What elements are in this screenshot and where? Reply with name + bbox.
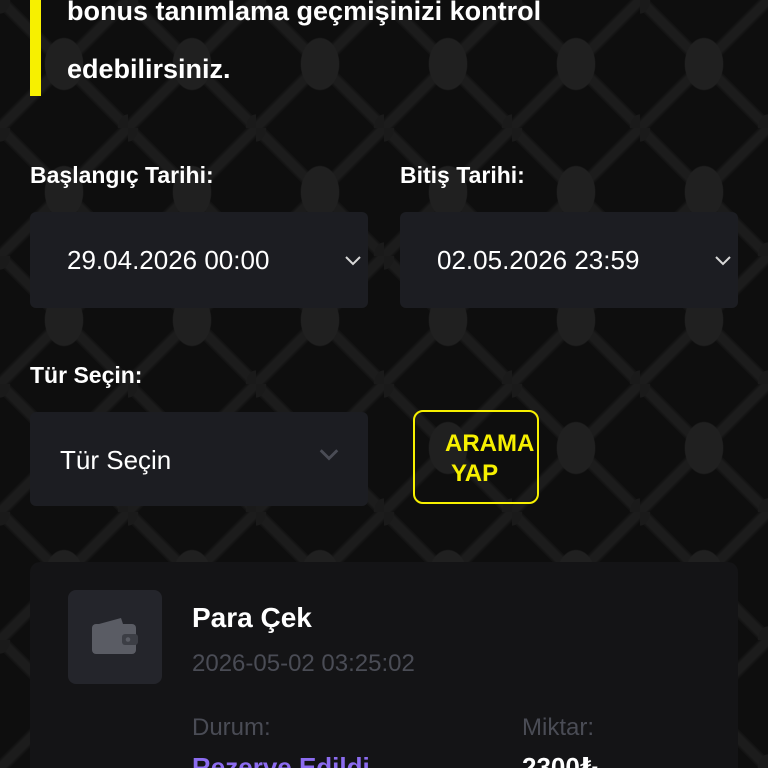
notice-line-2: edebilirsiniz. [67, 54, 231, 84]
transaction-datetime: 2026-05-02 03:25:02 [192, 650, 415, 677]
status-value: Rezerve Edildi [192, 752, 370, 768]
start-date-label: Başlangıç Tarihi: [30, 162, 214, 188]
type-label: Tür Seçin: [30, 362, 143, 388]
end-date-label: Bitiş Tarihi: [400, 162, 525, 188]
start-date-select[interactable]: 29.04.2026 00:00 [30, 212, 368, 308]
end-date-value: 02.05.2026 23:59 [437, 245, 640, 275]
transaction-card: Para Çek 2026-05-02 03:25:02 Durum: Mikt… [30, 562, 738, 768]
transaction-icon-box [68, 590, 162, 684]
amount-label: Miktar: [522, 714, 594, 741]
end-date-select[interactable]: 02.05.2026 23:59 [400, 212, 738, 308]
chevron-down-icon [345, 256, 361, 266]
notice-line-1: bonus tanımlama geçmişinizi kontrol [67, 0, 542, 26]
status-label: Durum: [192, 714, 271, 741]
search-button[interactable]: ARAMA YAP [413, 410, 539, 504]
search-button-line-1: ARAMA [445, 430, 535, 457]
type-select[interactable]: Tür Seçin [30, 412, 368, 506]
notice-text: bonus tanımlama geçmişinizi kontrol edeb… [67, 0, 747, 98]
info-notice: bonus tanımlama geçmişinizi kontrol edeb… [0, 0, 768, 96]
transaction-title: Para Çek [192, 602, 312, 633]
wallet-icon [92, 618, 138, 654]
type-value: Tür Seçin [60, 445, 172, 475]
amount-value: 2300₺ [522, 752, 598, 768]
chevron-down-icon [715, 256, 731, 266]
notice-accent-bar [30, 0, 41, 96]
start-date-value: 29.04.2026 00:00 [67, 245, 270, 275]
search-button-line-2: YAP [451, 460, 499, 487]
chevron-down-icon [319, 449, 339, 461]
